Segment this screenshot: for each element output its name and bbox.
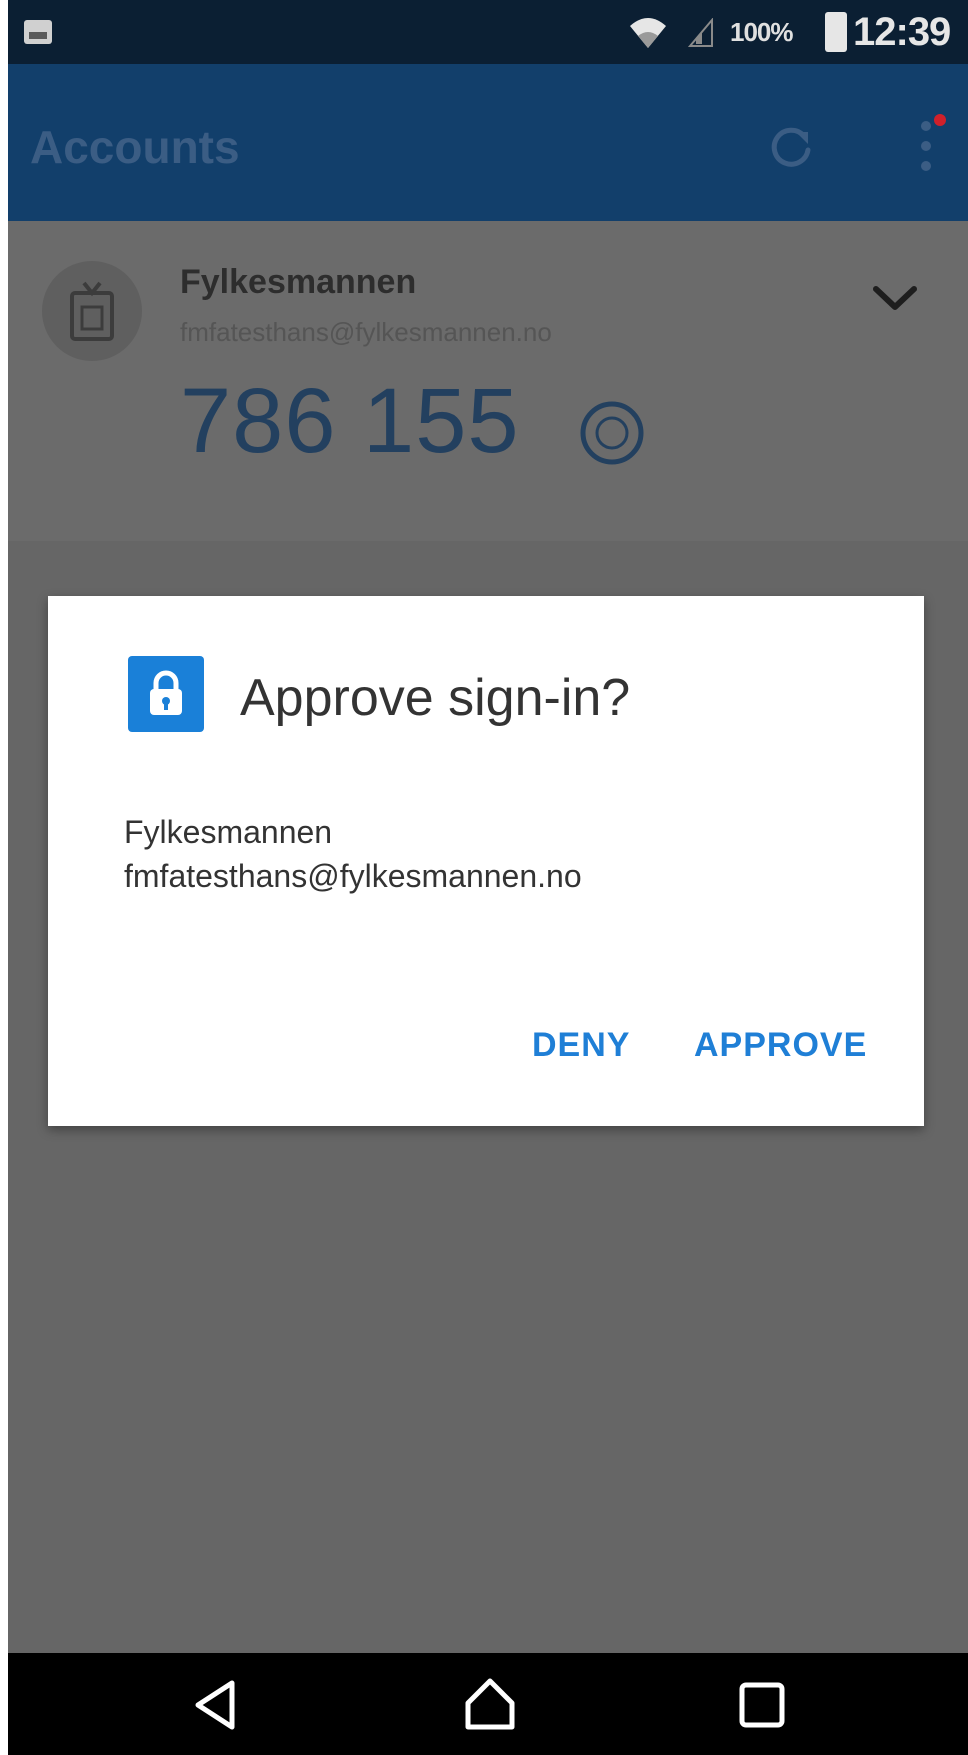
status-bar: 100% 12:39: [8, 0, 968, 64]
dialog-account-email: fmfatesthans@fylkesmannen.no: [124, 858, 582, 894]
badge-icon: [70, 281, 114, 341]
image-notification-icon: [24, 20, 52, 44]
lock-icon: [128, 656, 204, 732]
dialog-title: Approve sign-in?: [240, 669, 631, 727]
approve-sign-in-dialog: Approve sign-in? Fylkesmannen fmfatestha…: [48, 596, 924, 1126]
avatar: [42, 261, 142, 361]
chevron-down-icon[interactable]: [870, 281, 920, 315]
account-card[interactable]: Fylkesmannen fmfatesthans@fylkesmannen.n…: [8, 221, 968, 541]
battery-percent: 100%: [730, 17, 793, 47]
recents-icon[interactable]: [732, 1675, 792, 1735]
verification-code: 786 155: [180, 370, 520, 472]
navigation-bar: [8, 1653, 968, 1755]
battery-icon: [825, 12, 847, 52]
signal-icon: [688, 18, 713, 47]
back-icon[interactable]: [186, 1675, 246, 1735]
refresh-icon[interactable]: [766, 122, 816, 172]
deny-button[interactable]: DENY: [532, 1026, 630, 1065]
clock: 12:39: [853, 10, 951, 54]
home-icon[interactable]: [460, 1675, 520, 1735]
overflow-menu-icon[interactable]: [912, 114, 948, 178]
approve-button[interactable]: APPROVE: [694, 1026, 867, 1065]
account-email: fmfatesthans@fylkesmannen.no: [180, 317, 552, 347]
app-bar: Accounts: [8, 64, 968, 221]
phone-screen: 100% 12:39 Accounts Fylkesmannen fmfates…: [8, 0, 968, 1755]
timer-icon: [580, 401, 644, 465]
dialog-account-name: Fylkesmannen: [124, 814, 333, 850]
account-name: Fylkesmannen: [180, 263, 417, 301]
page-title: Accounts: [30, 121, 240, 173]
wifi-icon: [630, 18, 666, 48]
